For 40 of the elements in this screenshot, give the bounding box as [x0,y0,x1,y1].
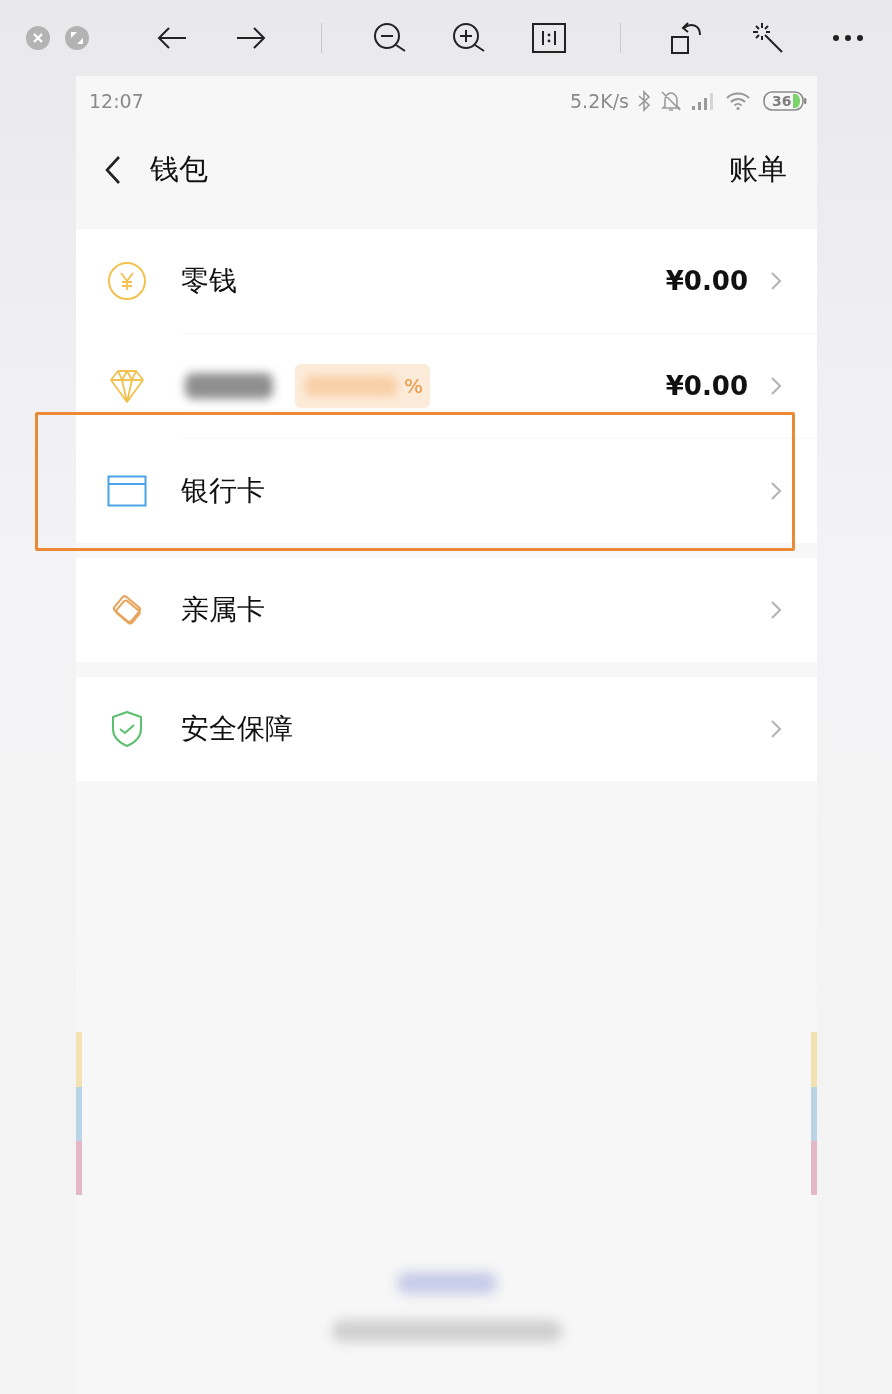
chevron-right-icon [770,600,782,620]
battery-icon [763,91,807,111]
wifi-icon [725,91,751,111]
item-label: 亲属卡 [181,592,265,628]
back-icon [104,155,122,185]
chevron-right-icon [770,271,782,291]
chevron-right-icon [770,481,782,501]
yen-coin-icon [107,261,147,301]
wallet-menu-item[interactable]: 零钱 ¥0.00 [76,229,817,333]
status-time: 12:07 [89,90,144,112]
wallet-menu-item[interactable]: 亲属卡 [76,558,817,662]
card-icon [107,475,147,507]
diagonal-arrows-icon [65,26,89,50]
wallet-menu-item[interactable]: % ¥0.00 [76,334,817,438]
item-amount: ¥0.00 [665,371,748,401]
item-label: 零钱 [181,263,237,299]
page-title: 钱包 [150,151,208,188]
bluetooth-icon [637,89,651,113]
wallet-menu-item[interactable]: 安全保障 [76,677,817,781]
chevron-right-icon [770,719,782,739]
shield-check-icon [111,710,143,748]
more-icon [832,34,864,42]
chevron-right-icon [770,376,782,396]
item-label: 银行卡 [181,473,265,509]
bill-link[interactable]: 账单 [729,150,787,190]
wallet-menu-item[interactable]: 银行卡 [76,439,817,543]
arrow-left-icon [156,26,188,50]
network-speed: 5.2K/s [570,90,629,112]
actual-size-icon [532,23,566,53]
zoom-in-icon [451,21,487,55]
zoom-out-icon [372,21,408,55]
magic-wand-icon [751,21,785,55]
bell-off-icon [659,89,683,113]
close-icon [26,26,50,50]
item-amount: ¥0.00 [665,266,748,296]
badge-percent-sign: % [404,374,423,398]
battery-percent: 36 [772,92,792,111]
rotate-icon [670,20,704,56]
arrow-right-icon [235,26,267,50]
item-label: 安全保障 [181,711,293,747]
